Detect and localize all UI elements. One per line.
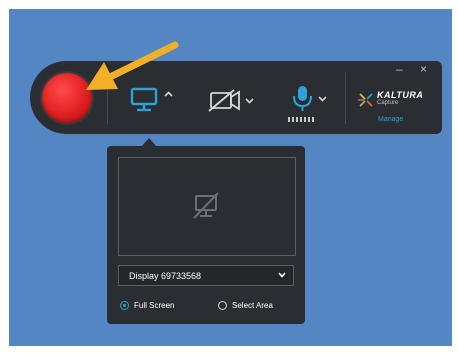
kaltura-logo-icon	[358, 93, 373, 107]
monitor-icon	[130, 87, 173, 112]
screen-source-button[interactable]	[130, 86, 176, 114]
minimize-button[interactable]: –	[396, 63, 403, 75]
select-area-radio[interactable]	[218, 301, 227, 310]
mic-level-meter	[288, 117, 314, 122]
brand-name: KALTURA	[377, 90, 424, 100]
chevron-up-icon	[164, 91, 173, 97]
screen-off-icon	[193, 192, 219, 219]
full-screen-option[interactable]: Full Screen	[120, 301, 174, 310]
toolbar-divider	[345, 72, 346, 124]
full-screen-radio[interactable]	[120, 301, 129, 310]
brand-subtitle: Capture	[377, 100, 399, 106]
full-screen-label: Full Screen	[134, 301, 175, 310]
display-select[interactable]: Display 69733568	[118, 265, 294, 286]
camera-off-icon	[208, 89, 254, 112]
display-select-value: Display 69733568	[129, 271, 202, 281]
close-button[interactable]: ×	[420, 63, 427, 75]
screen-preview	[118, 157, 296, 256]
chevron-down-icon	[278, 272, 286, 278]
record-button[interactable]	[42, 73, 92, 123]
microphone-source-button[interactable]	[292, 84, 332, 114]
camera-source-button[interactable]	[208, 88, 258, 114]
chevron-down-icon	[245, 98, 254, 104]
microphone-icon	[293, 86, 327, 111]
select-area-label: Select Area	[232, 301, 273, 310]
manage-link[interactable]: Manage	[378, 116, 403, 123]
select-area-option[interactable]: Select Area	[218, 301, 273, 310]
chevron-down-icon	[318, 96, 327, 102]
kaltura-logo: KALTURA Capture	[358, 90, 430, 112]
toolbar-divider	[107, 72, 108, 124]
